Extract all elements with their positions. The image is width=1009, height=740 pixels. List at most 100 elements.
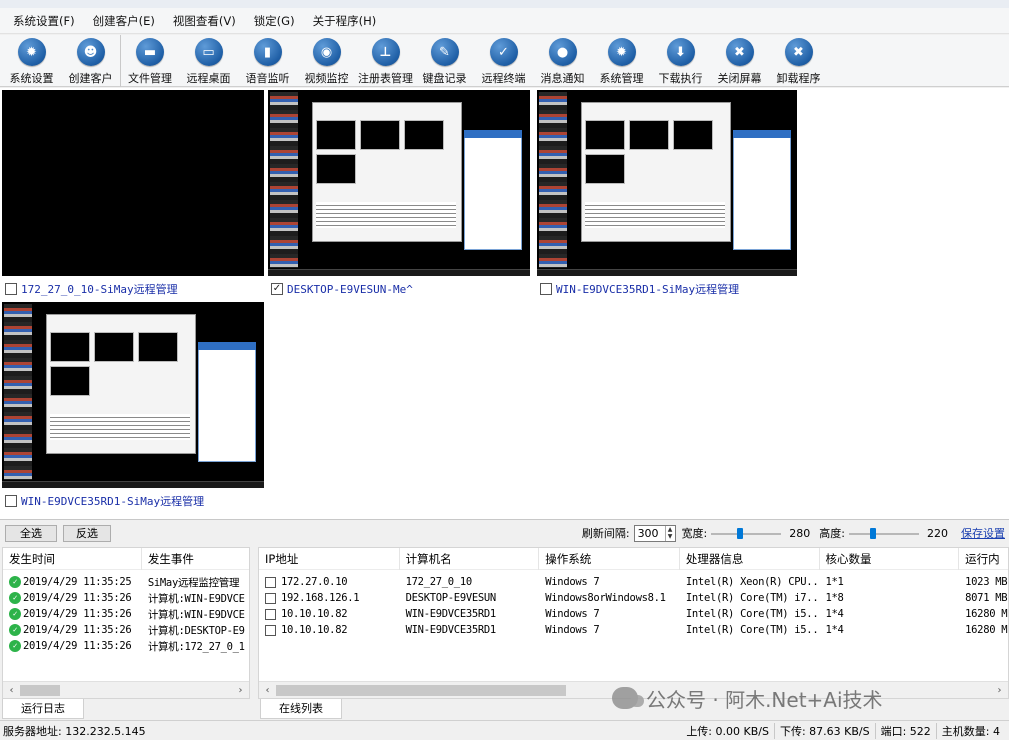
row-checkbox[interactable] xyxy=(265,624,276,636)
success-check-icon: ✓ xyxy=(9,592,21,604)
toolbar-button-6[interactable]: ⊥ 注册表管理 xyxy=(356,35,415,87)
thumbnail-checkbox[interactable] xyxy=(5,283,17,295)
remote-desktop-thumbnail[interactable]: WIN-E9DVCE35RD1-SiMay远程管理 xyxy=(537,90,797,300)
remote-desktop-thumbnail[interactable]: 172_27_0_10-SiMay远程管理 xyxy=(2,90,264,300)
select-all-button[interactable]: 全选 xyxy=(5,524,57,542)
toolbar-button-10[interactable]: ✹ 系统管理 xyxy=(592,35,651,87)
width-slider-knob[interactable] xyxy=(736,527,743,539)
thumbnail-checkbox[interactable] xyxy=(540,283,552,295)
toolbar-button-11[interactable]: ⬇ 下载执行 xyxy=(651,35,710,87)
remote-screen-preview[interactable] xyxy=(268,90,530,276)
online-tabs: 在线列表 xyxy=(260,699,342,719)
toolbar: ✹ 系统设置 ☻ 创建客户 ▬ 文件管理 ▭ 远程桌面 ▮ 语音监听 ◉ 视频监控 ⊥ 注册表管理 ✎ 键盘记… xyxy=(0,35,1009,87)
log-time: 2019/4/29 11:35:25 xyxy=(23,576,132,588)
toolbar-button-2[interactable]: ▬ 文件管理 xyxy=(120,35,179,87)
menu-lock[interactable]: 锁定(G) xyxy=(245,13,304,29)
desktop-icons-column xyxy=(539,92,567,268)
camera-icon: ◉ xyxy=(312,38,341,66)
toolbar-button-5[interactable]: ◉ 视频监控 xyxy=(297,35,356,87)
ip-address: 172.27.0.10 xyxy=(281,576,348,588)
online-header-5[interactable]: 运行内 xyxy=(959,548,1008,570)
online-cell: 8071 MB xyxy=(965,592,1008,604)
online-row[interactable]: 10.10.10.82 WIN-E9DVCE35RD1 Windows 7 Intel… xyxy=(259,606,1008,622)
toolbar-button-label: 远程桌面 xyxy=(186,72,231,85)
scrollbar-thumb[interactable] xyxy=(20,684,60,696)
save-settings-link[interactable]: 保存设置 xyxy=(961,525,1005,541)
online-header-0[interactable]: IP地址 xyxy=(259,548,400,570)
online-row[interactable]: 10.10.10.82 WIN-E9DVCE35RD1 Windows 7 Intel… xyxy=(259,622,1008,638)
toolbar-button-9[interactable]: ● 消息通知 xyxy=(533,35,592,87)
thumbnail-checkbox[interactable] xyxy=(5,495,17,507)
log-time: 2019/4/29 11:35:26 xyxy=(23,624,132,636)
desktop-icons-column xyxy=(4,304,32,480)
log-event: 计算机:WIN-E9DVCE xyxy=(147,592,245,605)
watermark: 公众号 · 阿木.Net+Ai技术 xyxy=(612,683,883,713)
tab-run-log[interactable]: 运行日志 xyxy=(2,699,84,719)
toolbar-button-4[interactable]: ▮ 语音监听 xyxy=(238,35,297,87)
log-time-cell: ✓ 2019/4/29 11:35:26 xyxy=(3,640,142,652)
menu-view[interactable]: 视图查看(V) xyxy=(164,13,245,29)
toolbar-button-8[interactable]: ✓ 远程终端 xyxy=(474,35,533,87)
log-row[interactable]: ✓ 2019/4/29 11:35:26 计算机:WIN-E9DVCE xyxy=(3,590,249,606)
nested-black-screen xyxy=(50,332,90,362)
online-header-2[interactable]: 操作系统 xyxy=(539,548,680,570)
invert-selection-button[interactable]: 反选 xyxy=(63,524,111,542)
toolbar-button-0[interactable]: ✹ 系统设置 xyxy=(2,35,61,87)
thumbnail-checkbox[interactable]: ✓ xyxy=(271,283,283,295)
online-header-1[interactable]: 计算机名 xyxy=(400,548,540,570)
online-cell: 1*1 xyxy=(825,576,844,588)
remote-screen-preview[interactable] xyxy=(2,302,264,488)
log-tabs: 运行日志 xyxy=(2,699,84,719)
row-checkbox[interactable] xyxy=(265,608,276,620)
row-checkbox[interactable] xyxy=(265,576,276,588)
remote-desktop-thumbnail[interactable]: WIN-E9DVCE35RD1-SiMay远程管理 xyxy=(2,302,264,512)
log-header-event[interactable]: 发生事件 xyxy=(142,548,249,570)
log-horizontal-scrollbar[interactable]: ‹ › xyxy=(3,681,249,698)
toolbar-button-13[interactable]: ✖ 卸载程序 xyxy=(769,35,828,87)
scroll-right-icon[interactable]: › xyxy=(232,685,249,696)
toolbar-button-12[interactable]: ✖ 关闭屏幕 xyxy=(710,35,769,87)
run-log-panel: 发生时间 发生事件 ✓ 2019/4/29 11:35:25 SiMay远程监控管理… xyxy=(2,547,250,699)
log-header: 发生时间 发生事件 xyxy=(3,548,249,570)
toolbar-button-7[interactable]: ✎ 键盘记录 xyxy=(415,35,474,87)
remote-screen-preview[interactable] xyxy=(537,90,797,276)
width-slider[interactable] xyxy=(711,525,782,542)
spinner-arrows-icon[interactable]: ▲ ▼ xyxy=(664,525,675,541)
log-row[interactable]: ✓ 2019/4/29 11:35:26 计算机:WIN-E9DVCE xyxy=(3,606,249,622)
toolbar-button-label: 视频监控 xyxy=(304,72,349,85)
menu-create-client[interactable]: 创建客户(E) xyxy=(84,13,164,29)
log-row[interactable]: ✓ 2019/4/29 11:35:25 SiMay远程监控管理 xyxy=(3,574,249,590)
thumbnail-caption-text: WIN-E9DVCE35RD1-SiMay远程管理 xyxy=(556,283,740,296)
log-event: 计算机:172_27_0_1 xyxy=(147,640,245,653)
online-header-4[interactable]: 核心数量 xyxy=(820,548,960,570)
taskbar xyxy=(2,481,264,488)
online-cell: Intel(R) Core(TM) i5... xyxy=(685,608,820,620)
log-header-time[interactable]: 发生时间 xyxy=(3,548,142,570)
tab-online-list[interactable]: 在线列表 xyxy=(260,699,342,719)
online-row[interactable]: 192.168.126.1 DESKTOP-E9VESUN Windows8orWi… xyxy=(259,590,1008,606)
remote-screen-preview[interactable] xyxy=(2,90,264,276)
refresh-interval-spinner[interactable]: 300 ▲ ▼ xyxy=(633,524,676,542)
online-cell: WIN-E9DVCE35RD1 xyxy=(405,608,497,620)
status-right-group: 上传: 0.00 KB/S 下传: 87.63 KB/S 端口: 522 主机数… xyxy=(681,721,1005,740)
height-slider-knob[interactable] xyxy=(870,527,877,539)
height-slider[interactable] xyxy=(849,525,919,542)
host-count: 主机数量: 4 xyxy=(935,723,1005,739)
menu-about[interactable]: 关于程序(H) xyxy=(304,13,386,29)
log-time: 2019/4/29 11:35:26 xyxy=(23,608,132,620)
toolbar-button-1[interactable]: ☻ 创建客户 xyxy=(61,35,120,87)
log-row[interactable]: ✓ 2019/4/29 11:35:26 计算机:172_27_0_1 xyxy=(3,638,249,654)
toolbar-button-label: 系统设置 xyxy=(9,72,54,85)
scroll-left-icon[interactable]: ‹ xyxy=(259,685,276,696)
online-header-3[interactable]: 处理器信息 xyxy=(680,548,820,570)
remote-desktop-thumbnail[interactable]: ✓ DESKTOP-E9VESUN-Me^ xyxy=(268,90,530,300)
row-checkbox[interactable] xyxy=(265,592,276,604)
log-row[interactable]: ✓ 2019/4/29 11:35:26 计算机:DESKTOP-E9 xyxy=(3,622,249,638)
scrollbar-thumb[interactable] xyxy=(276,684,566,696)
online-row[interactable]: 172.27.0.10 172_27_0_10 Windows 7 Intel(R) … xyxy=(259,574,1008,590)
scroll-left-icon[interactable]: ‹ xyxy=(3,685,20,696)
scroll-right-icon[interactable]: › xyxy=(991,685,1008,696)
menu-system-settings[interactable]: 系统设置(F) xyxy=(4,13,84,29)
thumbnail-caption-text: 172_27_0_10-SiMay远程管理 xyxy=(21,283,178,296)
toolbar-button-3[interactable]: ▭ 远程桌面 xyxy=(179,35,238,87)
